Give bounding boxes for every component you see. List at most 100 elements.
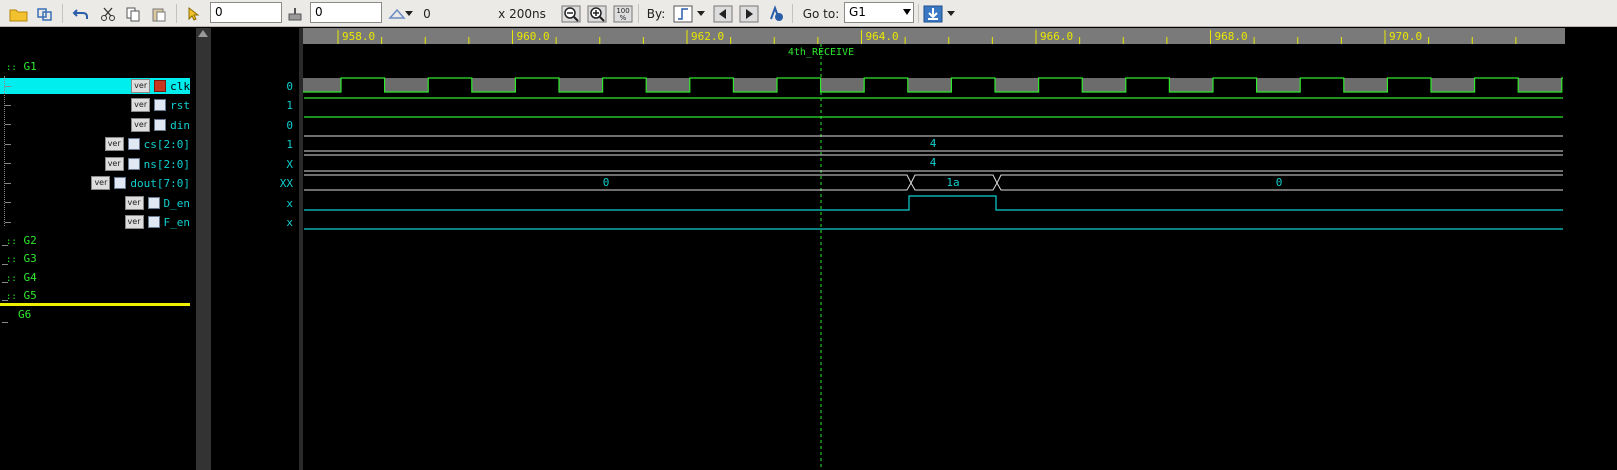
signal-name: F_en	[163, 215, 191, 229]
signal-name: clk	[170, 79, 190, 93]
clk-cycle	[820, 78, 865, 92]
reload-icon[interactable]	[34, 3, 56, 24]
input-port-icon	[154, 119, 167, 131]
zoom-in-icon[interactable]	[586, 3, 608, 24]
signal-row-din[interactable]: ver din	[131, 116, 190, 134]
signal-name: cs[2:0]	[143, 137, 190, 151]
dout-bus-value-0b: 0	[1276, 176, 1283, 189]
group-g6-active-line	[0, 303, 190, 306]
ruler-tick-label: 966.0	[1040, 30, 1073, 43]
signal-row-ns[interactable]: ver ns[2:0]	[104, 155, 190, 173]
group-g2-label: G2	[23, 234, 37, 247]
waveform-canvas[interactable]: 958.0 960.0 962.0 964.0 966.0 968.0 970.0 4th_…	[303, 28, 1565, 470]
group-g1[interactable]: :: G1	[6, 60, 37, 73]
output-port-icon	[147, 197, 160, 209]
tree-tick	[2, 322, 8, 323]
cut-icon[interactable]	[97, 3, 119, 24]
cursor-icon[interactable]	[182, 3, 204, 24]
tree-tick	[5, 105, 11, 106]
search-signal-icon[interactable]	[764, 3, 786, 24]
open-folder-icon[interactable]	[8, 3, 30, 24]
clk-cycle	[471, 78, 516, 92]
marker-icon[interactable]	[284, 3, 306, 24]
signal-row-rst[interactable]: ver rst	[131, 96, 190, 114]
value-din: 0	[286, 119, 293, 132]
ruler-tick-label: 958.0	[342, 30, 375, 43]
offset-input[interactable]: 0	[310, 2, 382, 23]
register-icon	[127, 158, 140, 170]
value-rst: 1	[286, 99, 293, 112]
goto-select-value: G1	[849, 5, 866, 19]
toolbar-separator	[638, 4, 639, 23]
clk-cycle	[1387, 78, 1431, 92]
signal-row-dout[interactable]: ver dout[7:0]	[91, 174, 190, 192]
signal-row-d-en[interactable]: ver D_en	[124, 194, 191, 212]
ruler-tick-label: 968.0	[1215, 30, 1248, 43]
waveform-right-margin	[1565, 28, 1617, 470]
paste-icon[interactable]	[148, 3, 170, 24]
signal-name: rst	[170, 98, 190, 112]
clk-cycle	[428, 78, 472, 92]
group-g2[interactable]: :: G2	[6, 234, 37, 247]
signal-row-clk[interactable]: ver clk	[131, 77, 190, 95]
marker-label[interactable]: 4th_RECEIVE	[788, 47, 854, 58]
delta-value: 0	[423, 6, 431, 21]
clk-cycle	[995, 78, 1039, 92]
signal-name: D_en	[163, 196, 191, 210]
group-g3-label: G3	[23, 252, 37, 265]
time-input[interactable]: 0	[210, 2, 282, 23]
toolbar-separator	[918, 4, 919, 23]
signal-value-panel: 0 1 0 1 X XX x x	[213, 28, 298, 470]
group-g4[interactable]: :: G4	[6, 271, 37, 284]
clk-cycle	[1213, 78, 1257, 92]
clk-cycle	[864, 78, 908, 92]
group-g6[interactable]: G6	[18, 308, 31, 321]
zoom-out-icon[interactable]	[560, 3, 582, 24]
value-ns: X	[286, 158, 293, 171]
verilog-badge: ver	[124, 215, 144, 229]
signal-row-f-en[interactable]: ver F_en	[124, 213, 191, 231]
group-g5[interactable]: :: G5	[6, 289, 37, 302]
clk-cycle	[1300, 78, 1344, 92]
register-icon	[127, 138, 140, 150]
goto-select[interactable]: G1	[844, 2, 914, 23]
d-en-waveform	[304, 195, 1563, 211]
signal-name-panel: :: G1 ver clk ver rst ver din ver cs[2:0…	[0, 28, 194, 470]
tree-tick	[5, 124, 11, 125]
chevron-down-icon[interactable]	[694, 3, 708, 24]
transition-icon[interactable]	[672, 3, 694, 24]
undo-icon[interactable]	[70, 3, 92, 24]
chevron-down-icon[interactable]	[944, 3, 958, 24]
cs-bus-value: 4	[930, 137, 937, 150]
time-ruler[interactable]	[303, 28, 1565, 44]
chevron-down-icon[interactable]	[403, 3, 415, 24]
value-d-en: x	[286, 197, 293, 210]
previous-icon[interactable]	[712, 3, 734, 24]
verilog-badge: ver	[104, 137, 124, 151]
ruler-tick-label: 964.0	[866, 30, 899, 43]
tree-tick	[5, 222, 11, 223]
clk-cycle	[951, 78, 995, 92]
clk-waveform	[303, 77, 1563, 93]
next-icon[interactable]	[738, 3, 760, 24]
group-expand-icon: ::	[6, 63, 17, 73]
clk-cycle	[1169, 78, 1213, 92]
clk-cycle	[559, 78, 603, 92]
toolbar-separator	[62, 4, 63, 23]
download-icon[interactable]	[922, 3, 944, 24]
verilog-badge: ver	[131, 79, 151, 93]
scroll-up-icon[interactable]	[198, 30, 208, 37]
name-panel-scrollbar[interactable]	[196, 28, 211, 470]
signal-name: dout[7:0]	[130, 176, 190, 190]
clk-cycle	[646, 78, 690, 92]
dout-waveform	[304, 174, 1563, 191]
clk-cycle	[733, 78, 777, 92]
clk-cycle	[1038, 78, 1083, 92]
group-g3[interactable]: :: G3	[6, 252, 37, 265]
value-cs: 1	[286, 138, 293, 151]
zoom-fit-icon[interactable]: 100%	[612, 3, 634, 24]
signal-row-cs[interactable]: ver cs[2:0]	[104, 135, 190, 153]
copy-icon[interactable]	[122, 3, 144, 24]
waveform-panel[interactable]: 958.0 960.0 962.0 964.0 966.0 968.0 970.0 4th_…	[303, 28, 1565, 470]
verilog-badge: ver	[104, 157, 124, 171]
